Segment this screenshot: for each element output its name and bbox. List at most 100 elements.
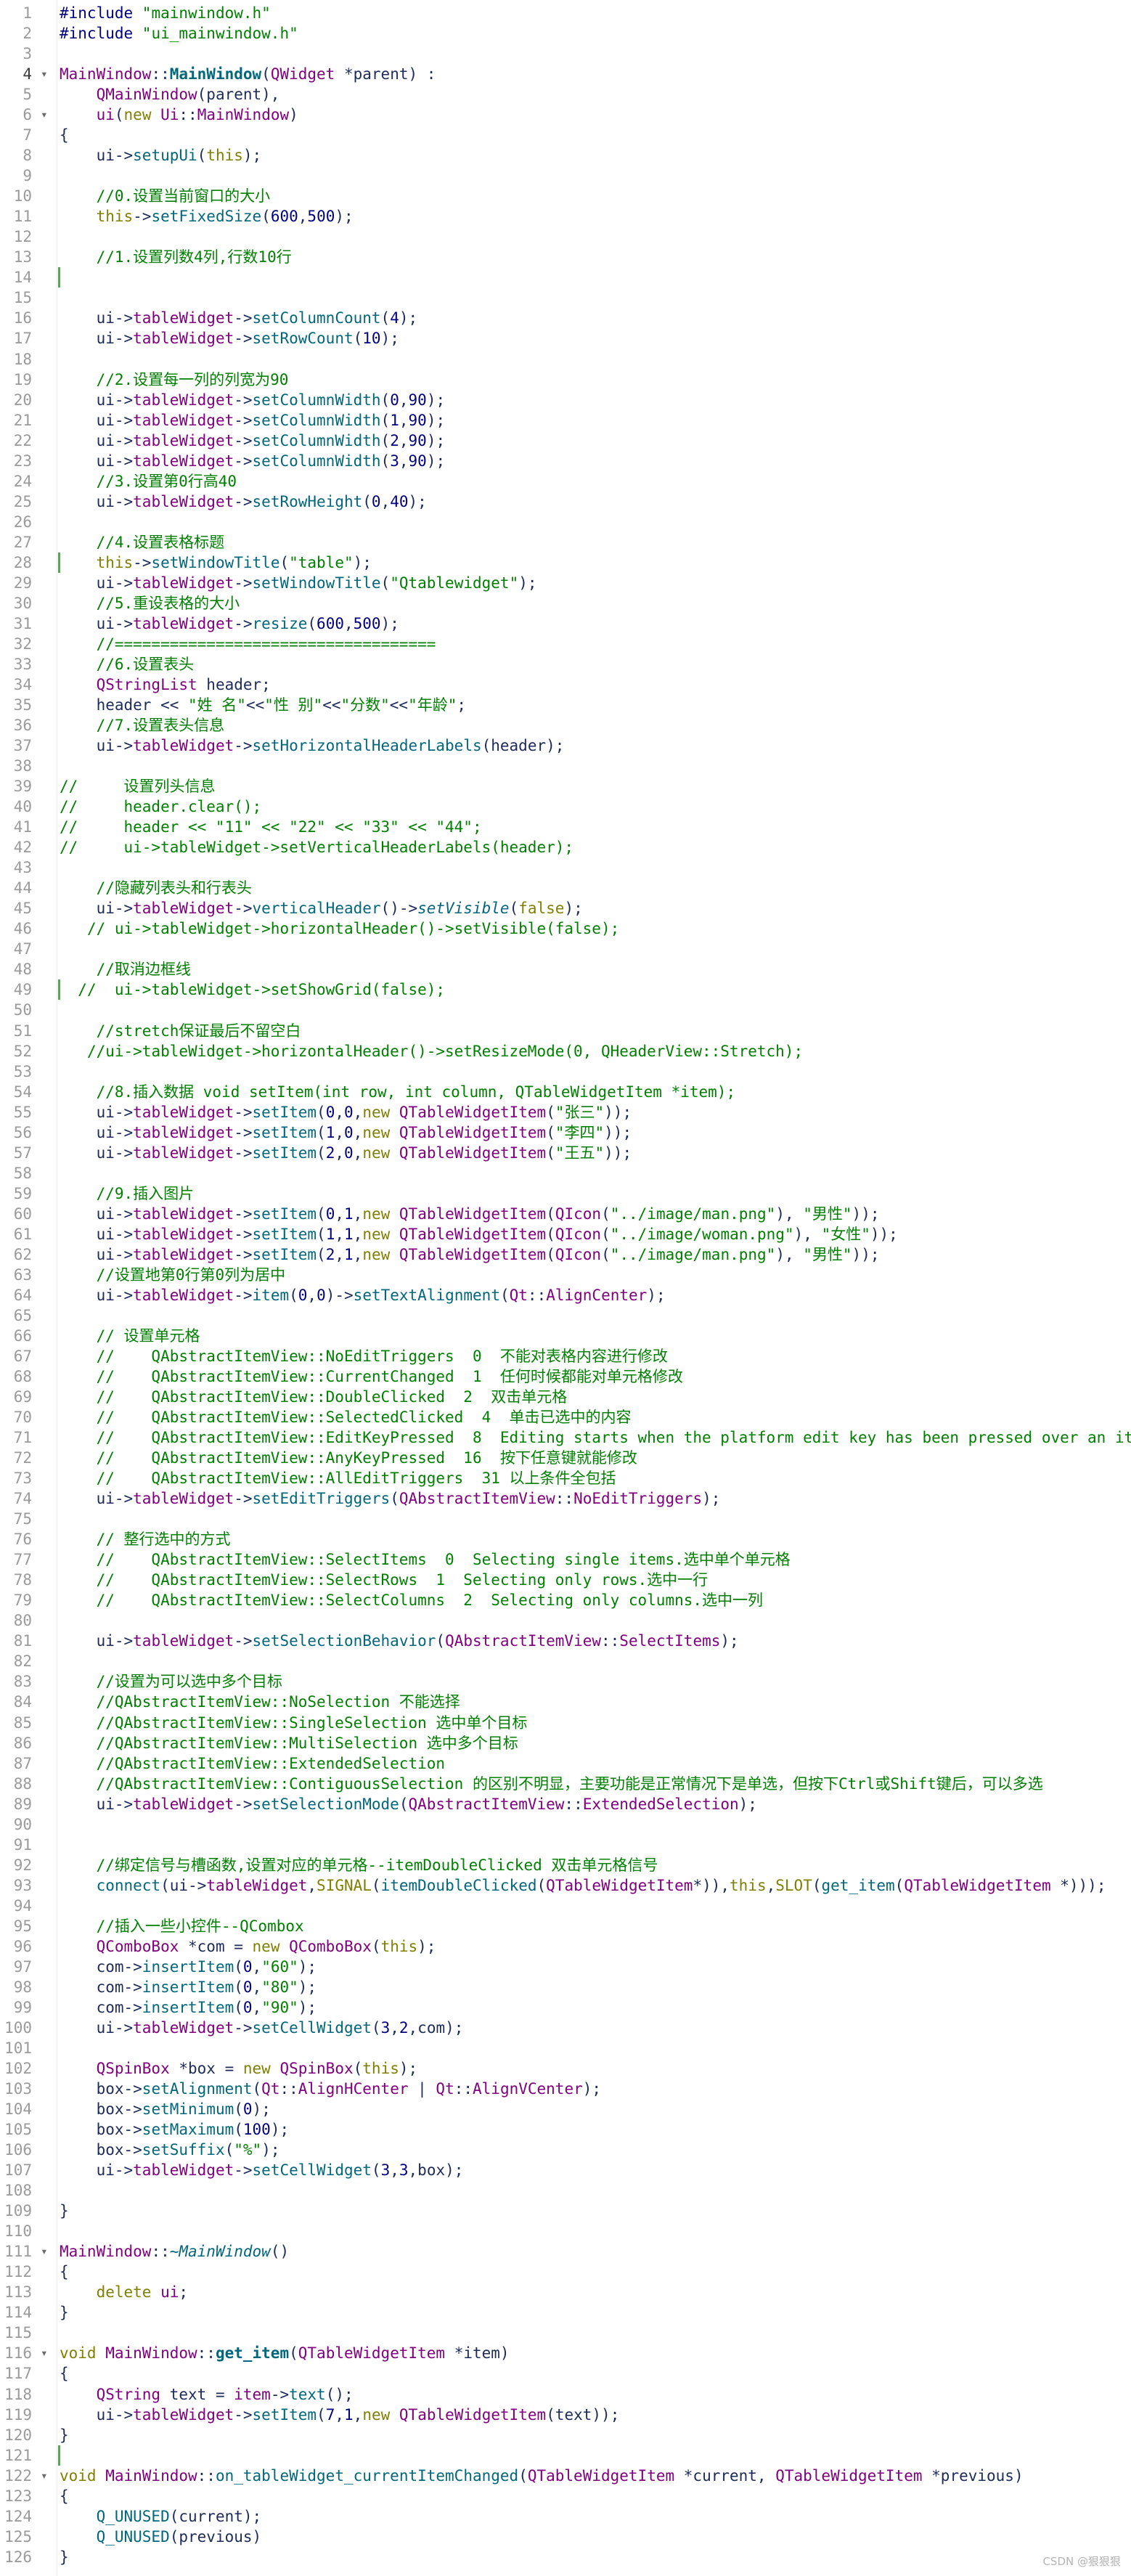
code-line[interactable]: 57 ui->tableWidget->setItem(2,0,new QTab… (0, 1143, 1131, 1163)
code-line[interactable]: 88 //QAbstractItemView::ContiguousSelect… (0, 1774, 1131, 1794)
code-line[interactable]: 83 //设置为可以选中多个目标 (0, 1671, 1131, 1692)
code-line[interactable]: 75 (0, 1509, 1131, 1529)
code-line[interactable]: 40 // header.clear(); (0, 796, 1131, 817)
code-line[interactable]: 85 //QAbstractItemView::SingleSelection … (0, 1713, 1131, 1733)
code-line[interactable]: 94 (0, 1896, 1131, 1916)
code-line[interactable]: 121 (0, 2445, 1131, 2466)
code-line[interactable]: 26 (0, 512, 1131, 532)
code-line[interactable]: 109} (0, 2201, 1131, 2221)
code-line[interactable]: 78 // QAbstractItemView::SelectRows 1 Se… (0, 1570, 1131, 1590)
code-line[interactable]: 47 (0, 939, 1131, 959)
code-line[interactable]: 44 //隐藏列表头和行表头 (0, 878, 1131, 898)
code-line[interactable]: 82 (0, 1651, 1131, 1671)
code-line[interactable]: 7{ (0, 125, 1131, 145)
code-line[interactable]: 54 //8.插入数据 void setItem(int row, int co… (0, 1082, 1131, 1102)
code-line[interactable]: 99 com->insertItem(0,"90"); (0, 1997, 1131, 2018)
code-line[interactable]: 55 ui->tableWidget->setItem(0,0,new QTab… (0, 1102, 1131, 1122)
fold-toggle-icon[interactable]: ▾ (41, 2243, 48, 2260)
code-line[interactable]: 116 ▾ void MainWindow::get_item(QTableWidg… (0, 2343, 1131, 2363)
code-line[interactable]: 4 ▾ MainWindow::MainWindow(QWidget *parent… (0, 64, 1131, 84)
code-line[interactable]: 39 // 设置列头信息 (0, 776, 1131, 796)
code-line[interactable]: 38 (0, 756, 1131, 776)
code-line[interactable]: 125 Q_UNUSED(previous) (0, 2527, 1131, 2547)
code-line[interactable]: 19 //2.设置每一列的列宽为90 (0, 370, 1131, 390)
code-line[interactable]: 79 // QAbstractItemView::SelectColumns 2… (0, 1590, 1131, 1610)
code-line[interactable]: 48 //取消边框线 (0, 959, 1131, 979)
code-line[interactable]: 52 //ui->tableWidget->horizontalHeader()… (0, 1041, 1131, 1061)
code-line[interactable]: 120} (0, 2425, 1131, 2445)
code-line[interactable]: 5 QMainWindow(parent), (0, 84, 1131, 105)
code-line[interactable]: 118 QString text = item->text(); (0, 2384, 1131, 2405)
code-line[interactable]: 77 // QAbstractItemView::SelectItems 0 S… (0, 1549, 1131, 1570)
fold-toggle-icon[interactable]: ▾ (41, 65, 48, 83)
code-line[interactable]: 16 ui->tableWidget->setColumnCount(4); (0, 308, 1131, 328)
code-line[interactable]: 27 //4.设置表格标题 (0, 532, 1131, 553)
code-line[interactable]: 35 header << "姓 名"<<"性 别"<<"分数"<<"年龄"; (0, 695, 1131, 715)
code-line[interactable]: 45 ui->tableWidget->verticalHeader()->se… (0, 898, 1131, 918)
code-line[interactable]: 50 (0, 1000, 1131, 1020)
code-line[interactable]: 63 //设置地第0行第0列为居中 (0, 1265, 1131, 1285)
code-line[interactable]: 1 #include "mainwindow.h" (0, 3, 1131, 23)
code-line[interactable]: 100 ui->tableWidget->setCellWidget(3,2,c… (0, 2018, 1131, 2038)
fold-toggle-icon[interactable]: ▾ (41, 106, 48, 123)
code-line[interactable]: 10 //0.设置当前窗口的大小 (0, 186, 1131, 206)
code-line[interactable]: 23 ui->tableWidget->setColumnWidth(3,90)… (0, 451, 1131, 471)
code-line[interactable]: 91 (0, 1835, 1131, 1855)
code-line[interactable]: 122 ▾ void MainWindow::on_tableWidget_curr… (0, 2466, 1131, 2486)
code-line[interactable]: 90 (0, 1814, 1131, 1835)
code-line[interactable]: 53 (0, 1061, 1131, 1082)
code-line[interactable]: 111 ▾ MainWindow::~MainWindow() (0, 2241, 1131, 2262)
code-line[interactable]: 3 (0, 44, 1131, 64)
code-editor[interactable]: 1 #include "mainwindow.h" 2 #include "ui_ma… (0, 0, 1131, 2576)
code-line[interactable]: 56 ui->tableWidget->setItem(1,0,new QTab… (0, 1122, 1131, 1143)
code-line[interactable]: 62 ui->tableWidget->setItem(2,1,new QTab… (0, 1244, 1131, 1265)
code-line[interactable]: 46 // ui->tableWidget->horizontalHeader(… (0, 918, 1131, 939)
code-line[interactable]: 108 (0, 2180, 1131, 2201)
code-line[interactable]: 69 // QAbstractItemView::DoubleClicked 2… (0, 1387, 1131, 1407)
code-line[interactable]: 30 //5.重设表格的大小 (0, 593, 1131, 614)
code-line[interactable]: 86 //QAbstractItemView::MultiSelection 选… (0, 1733, 1131, 1753)
code-line[interactable]: 92 //绑定信号与槽函数,设置对应的单元格--itemDoubleClicke… (0, 1855, 1131, 1875)
code-line[interactable]: 8 ui->setupUi(this); (0, 145, 1131, 166)
code-line[interactable]: 36 //7.设置表头信息 (0, 715, 1131, 735)
code-line[interactable]: 37 ui->tableWidget->setHorizontalHeaderL… (0, 735, 1131, 756)
code-line[interactable]: 113 delete ui; (0, 2282, 1131, 2302)
code-line[interactable]: 74 ui->tableWidget->setEditTriggers(QAbs… (0, 1488, 1131, 1509)
code-line[interactable]: 114} (0, 2302, 1131, 2323)
code-line[interactable]: 61 ui->tableWidget->setItem(1,1,new QTab… (0, 1224, 1131, 1244)
code-line[interactable]: 81 ui->tableWidget->setSelectionBehavior… (0, 1631, 1131, 1651)
code-line[interactable]: 96 QComboBox *com = new QComboBox(this); (0, 1936, 1131, 1957)
code-line[interactable]: 76 // 整行选中的方式 (0, 1529, 1131, 1549)
code-line[interactable]: 12 (0, 227, 1131, 247)
code-line[interactable]: 123 { (0, 2486, 1131, 2506)
code-line[interactable]: 70 // QAbstractItemView::SelectedClicked… (0, 1407, 1131, 1427)
code-line[interactable]: 24 //3.设置第0行高40 (0, 471, 1131, 492)
code-line[interactable]: 9 (0, 166, 1131, 186)
code-line[interactable]: 102 QSpinBox *box = new QSpinBox(this); (0, 2058, 1131, 2079)
code-line[interactable]: 65 (0, 1305, 1131, 1326)
code-line[interactable]: 97 com->insertItem(0,"60"); (0, 1957, 1131, 1977)
code-line[interactable]: 93 connect(ui->tableWidget,SIGNAL(itemDo… (0, 1875, 1131, 1896)
code-line[interactable]: 101 (0, 2038, 1131, 2058)
code-line[interactable]: 28 this->setWindowTitle("table"); (0, 552, 1131, 573)
code-line[interactable]: 18 (0, 349, 1131, 370)
code-line[interactable]: 104 box->setMinimum(0); (0, 2099, 1131, 2119)
code-line[interactable]: 43 (0, 857, 1131, 878)
fold-toggle-icon[interactable]: ▾ (41, 2467, 48, 2485)
code-line[interactable]: 41 // header << "11" << "22" << "33" << "… (0, 817, 1131, 837)
code-line[interactable]: 106 box->setSuffix("%"); (0, 2140, 1131, 2160)
code-line[interactable]: 103 box->setAlignment(Qt::AlignHCenter |… (0, 2079, 1131, 2099)
code-line[interactable]: 2 #include "ui_mainwindow.h" (0, 23, 1131, 44)
code-line[interactable]: 33 //6.设置表头 (0, 654, 1131, 674)
code-line[interactable]: 59 //9.插入图片 (0, 1183, 1131, 1204)
code-line[interactable]: 64 ui->tableWidget->item(0,0)->setTextAl… (0, 1285, 1131, 1305)
code-line[interactable]: 80 (0, 1610, 1131, 1631)
code-line[interactable]: 119 ui->tableWidget->setItem(7,1,new QTa… (0, 2405, 1131, 2425)
code-line[interactable]: 73 // QAbstractItemView::AllEditTriggers… (0, 1468, 1131, 1488)
code-line[interactable]: 11 this->setFixedSize(600,500); (0, 206, 1131, 227)
code-line[interactable]: 15 (0, 288, 1131, 308)
code-line[interactable]: 32 //=================================== (0, 634, 1131, 654)
code-line[interactable]: 31 ui->tableWidget->resize(600,500); (0, 614, 1131, 634)
code-line[interactable]: 49 // ui->tableWidget->setShowGrid(false… (0, 979, 1131, 1000)
code-line[interactable]: 14 (0, 267, 1131, 288)
